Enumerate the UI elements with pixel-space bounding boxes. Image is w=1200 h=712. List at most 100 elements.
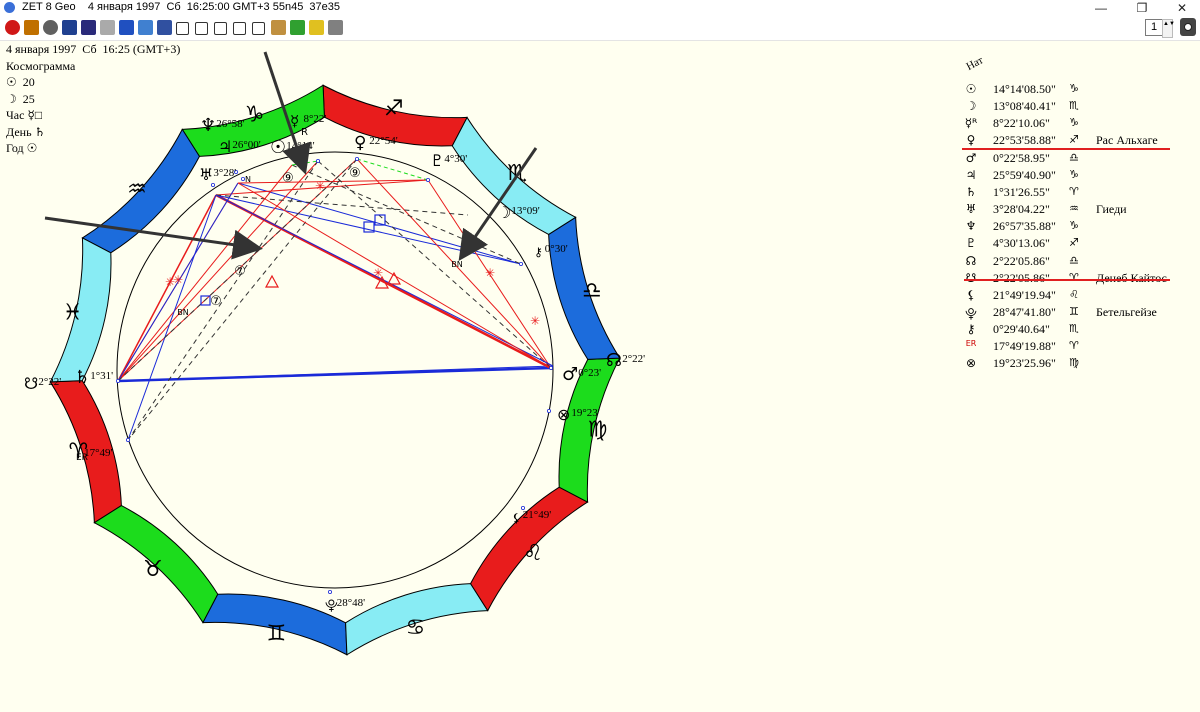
- planet-label: R: [301, 127, 308, 138]
- zodiac-glyph: ♐: [384, 96, 404, 121]
- underline-deneb-kaitos: [964, 279, 1170, 281]
- svg-text:♀: ♀: [354, 133, 366, 153]
- print-icon[interactable]: [328, 20, 343, 35]
- chart-number-spinner[interactable]: ▲▼: [1162, 19, 1175, 38]
- svg-text:22°54': 22°54': [369, 135, 397, 147]
- chart-number-input[interactable]: 1: [1145, 19, 1163, 36]
- planet-dot: [315, 158, 320, 163]
- planet-dot: [425, 177, 430, 182]
- camera-icon[interactable]: [1180, 18, 1196, 36]
- grid-icon[interactable]: [100, 20, 115, 35]
- aspect-mark: N: [245, 175, 251, 184]
- sign-glyph: ♍: [1069, 356, 1079, 370]
- svg-text:4°30': 4°30': [444, 153, 467, 165]
- palette-icon[interactable]: [43, 20, 58, 35]
- svg-text:♆: ♆: [200, 115, 216, 136]
- planet-glyph: ♄: [965, 184, 977, 199]
- sign-glyph: ♑: [1069, 167, 1079, 181]
- planet-position: 17°49'19.88": [993, 339, 1056, 354]
- aspect-mark: ⑦: [210, 294, 222, 309]
- svg-text:♂: ♂: [562, 364, 578, 385]
- planet-glyph: ♀: [966, 133, 976, 148]
- planet-glyph: ♅: [965, 202, 977, 217]
- planet-glyph: ☽: [965, 99, 977, 114]
- book-icon[interactable]: [24, 20, 39, 35]
- svg-text:2°22': 2°22': [38, 376, 61, 388]
- svg-text:♇: ♇: [430, 151, 444, 170]
- planet-dot: [126, 437, 131, 442]
- sign-glyph: ♌: [1069, 287, 1079, 301]
- window5-icon[interactable]: [252, 22, 265, 35]
- planet-label: ♄ 1°31': [74, 367, 113, 388]
- planet-dot: [354, 156, 359, 161]
- planet-dot: [327, 590, 332, 595]
- window-icon[interactable]: [176, 22, 189, 35]
- window4-icon[interactable]: [233, 22, 246, 35]
- svg-text:⚷: ⚷: [534, 245, 543, 259]
- planet-position: 2°22'05.86": [993, 253, 1050, 268]
- svg-text:0°30': 0°30': [545, 243, 568, 255]
- arrow-2: [44, 216, 263, 260]
- planet-position: 28°47'41.80": [993, 304, 1056, 319]
- table-header: Нат: [964, 54, 986, 73]
- svg-text:⚸: ⚸: [512, 511, 521, 525]
- svg-text:14°14': 14°14': [286, 140, 314, 152]
- zodiac-glyph: ♒: [127, 177, 147, 202]
- close-button[interactable]: ✕: [1164, 0, 1200, 16]
- tool-icon[interactable]: [290, 20, 305, 35]
- aspect-mark: ✳: [173, 273, 183, 287]
- planet-dot: [549, 365, 554, 370]
- planet-label: ☊ 2°22': [606, 350, 645, 371]
- planet-label: ⯓28°48': [325, 597, 365, 614]
- restore-button[interactable]: ❐: [1124, 0, 1160, 16]
- minimize-button[interactable]: —: [1083, 0, 1119, 16]
- planet-position: 0°22'58.95": [993, 150, 1050, 165]
- window-title: ZET 8 Geo 4 января 1997 Сб 16:25:00 GMT+…: [22, 1, 341, 13]
- planet-glyph: ♇: [965, 236, 977, 251]
- globe-icon[interactable]: [81, 20, 96, 35]
- svg-text:2°22': 2°22': [622, 353, 645, 365]
- zodiac-ring: [49, 84, 621, 656]
- planet-glyph: ☋: [965, 270, 977, 285]
- sign-glyph: ♐: [1069, 236, 1079, 250]
- sign-glyph: ♐: [1069, 133, 1079, 147]
- table-icon[interactable]: [138, 20, 153, 35]
- planet-glyph: ♆: [965, 219, 977, 234]
- planet-label: ♃ 26°00': [218, 137, 261, 156]
- aspect-mark: ⑨: [282, 171, 294, 186]
- planet-dot: [240, 176, 245, 181]
- window3-icon[interactable]: [214, 22, 227, 35]
- svg-text:3°28': 3°28': [213, 167, 236, 179]
- underline-ras-alhague: [962, 148, 1170, 150]
- sign-glyph: ♊: [1069, 304, 1079, 318]
- planet-position: 22°53'58.88": [993, 133, 1056, 148]
- planet-glyph: ⊗: [965, 356, 977, 371]
- zodiac-glyph: ♊: [266, 622, 286, 647]
- cosmogram-chart[interactable]: ⑨⑨⑦⑦BNBNN✳✳✳✳✳✳ ♈♉♊♋♌♍♎♏♐♑♒♓ ♆26°58'♃26°…: [0, 40, 960, 700]
- hand-icon[interactable]: [271, 20, 286, 35]
- aspect-line: [356, 158, 429, 181]
- flower-icon[interactable]: [5, 20, 20, 35]
- planet-position: 19°23'25.96": [993, 356, 1056, 371]
- list-icon[interactable]: [157, 20, 172, 35]
- svg-text:19°23': 19°23': [571, 407, 599, 419]
- planet-label: ☉ 14°14': [270, 137, 315, 158]
- planet-dot: [519, 261, 524, 266]
- svg-text:8°22': 8°22': [304, 113, 327, 125]
- window2-icon[interactable]: [195, 22, 208, 35]
- zodiac-glyph: ♌: [523, 541, 543, 566]
- svg-text:26°00': 26°00': [232, 139, 260, 151]
- sky-icon[interactable]: [62, 20, 77, 35]
- svg-text:☉: ☉: [270, 137, 286, 158]
- planet-position: 8°22'10.06": [993, 116, 1050, 131]
- chart-icon[interactable]: [119, 20, 134, 35]
- sign-glyph: ♏: [1069, 99, 1079, 113]
- planet-glyph: ♂: [965, 150, 977, 165]
- svg-text:⊗: ⊗: [557, 405, 570, 424]
- zodiac-glyph: ♓: [63, 300, 83, 325]
- svg-text:17°49': 17°49': [84, 447, 112, 459]
- aspect-mark: ✳: [530, 314, 540, 328]
- warning-icon[interactable]: [309, 20, 324, 35]
- aspect-mark: BN: [177, 308, 188, 317]
- fixed-star: Бетельгейзе: [1096, 304, 1157, 319]
